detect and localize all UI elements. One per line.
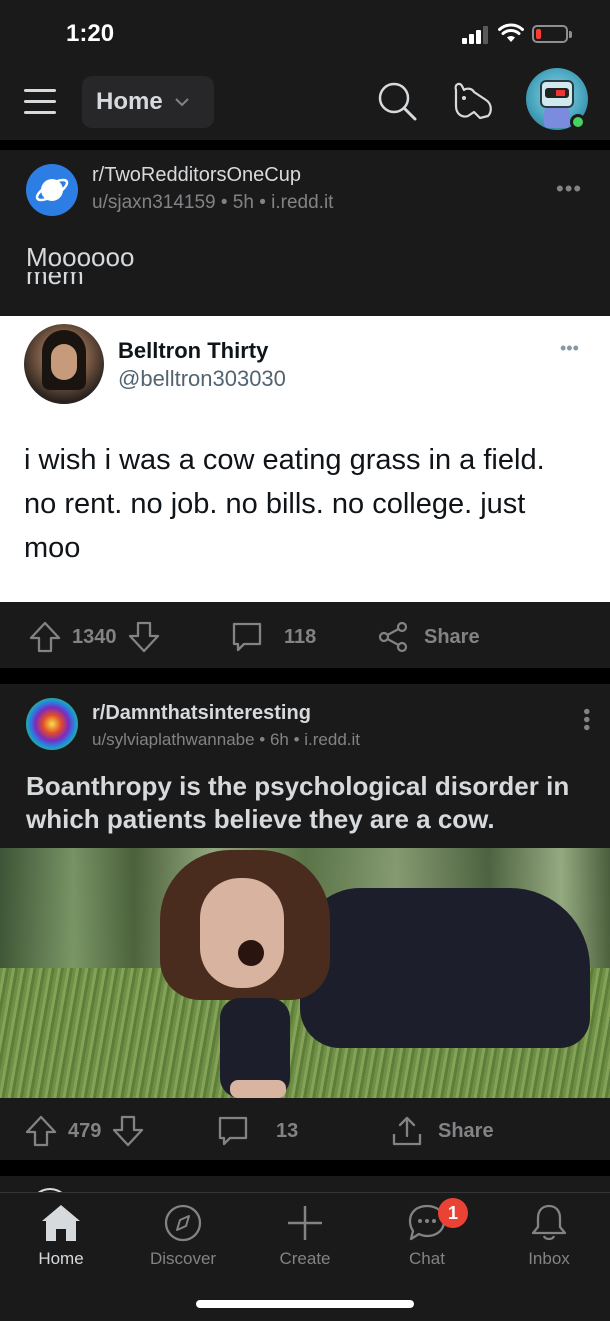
share-upload-icon bbox=[392, 1116, 422, 1146]
subreddit-icon[interactable] bbox=[26, 698, 78, 750]
status-time: 1:20 bbox=[66, 20, 115, 47]
downvote-icon[interactable] bbox=[111, 1114, 145, 1148]
feed-post[interactable]: r/Damnthatsinteresting u/sylviaplathwann… bbox=[0, 684, 610, 1160]
post-actions: 479 13 Share bbox=[0, 1098, 610, 1164]
share-button[interactable]: Share bbox=[390, 1114, 494, 1148]
status-bar: 1:20 bbox=[0, 0, 610, 62]
upvote-icon[interactable] bbox=[24, 1114, 58, 1148]
next-post-peek bbox=[0, 1176, 610, 1228]
comments-button[interactable]: 13 bbox=[216, 1114, 298, 1148]
tab-label: Create bbox=[279, 1249, 331, 1268]
app-bar: Home bbox=[0, 62, 610, 140]
tab-label: Discover bbox=[149, 1249, 217, 1268]
feed-post[interactable]: r/TwoRedditorsOneCup u/sjaxn314159 • 5h … bbox=[0, 150, 610, 668]
tweet-text: i wish i was a cow eating grass in a fie… bbox=[24, 444, 545, 564]
menu-icon[interactable] bbox=[24, 89, 56, 115]
tab-discover[interactable]: Discover bbox=[128, 1203, 238, 1269]
comment-icon bbox=[218, 1116, 248, 1146]
tab-create[interactable]: Create bbox=[250, 1203, 360, 1269]
tweet-avatar bbox=[24, 324, 104, 404]
chevron-down-icon bbox=[174, 98, 189, 107]
tab-label: Home bbox=[38, 1249, 84, 1268]
post-image-tweet[interactable]: Belltron Thirty @belltron303030 ••• i wi… bbox=[0, 316, 610, 602]
post-image[interactable] bbox=[0, 848, 610, 1098]
home-icon bbox=[42, 1205, 80, 1241]
tab-inbox[interactable]: Inbox bbox=[494, 1203, 604, 1269]
feed-selector[interactable]: Home bbox=[82, 76, 214, 128]
upvote-icon[interactable] bbox=[28, 620, 62, 654]
wifi-icon bbox=[498, 23, 524, 42]
post-title[interactable]: Boanthropy is the psychological disorder… bbox=[26, 770, 586, 836]
vote-count: 479 bbox=[68, 1119, 102, 1142]
bell-icon bbox=[531, 1204, 567, 1241]
popular-snoo-icon[interactable] bbox=[450, 80, 496, 122]
post-body-cropped: mem bbox=[26, 272, 84, 290]
more-options-icon[interactable]: ••• bbox=[556, 176, 582, 202]
feed-selector-label: Home bbox=[96, 88, 163, 115]
search-icon[interactable] bbox=[376, 80, 418, 122]
subreddit-planet-icon[interactable] bbox=[26, 164, 78, 216]
home-indicator[interactable] bbox=[196, 1300, 414, 1308]
post-meta: u/sjaxn314159 • 5h • i.redd.it bbox=[92, 192, 334, 213]
vote-count: 1340 bbox=[72, 625, 117, 648]
cellular-signal-icon bbox=[462, 26, 488, 44]
downvote-icon[interactable] bbox=[127, 620, 161, 654]
comment-count: 118 bbox=[284, 625, 317, 648]
comment-icon bbox=[232, 622, 262, 652]
share-label: Share bbox=[438, 1119, 494, 1142]
comment-count: 13 bbox=[276, 1119, 299, 1142]
share-icon bbox=[378, 621, 408, 653]
online-status-icon bbox=[570, 114, 586, 130]
post-actions: 1340 118 Share bbox=[0, 602, 610, 668]
chat-notification-badge: 1 bbox=[438, 1198, 468, 1228]
share-button[interactable]: Share bbox=[376, 620, 480, 654]
plus-icon bbox=[288, 1206, 322, 1240]
tab-label: Inbox bbox=[528, 1249, 570, 1268]
tab-home[interactable]: Home bbox=[6, 1203, 116, 1269]
post-title[interactable]: Moooooo bbox=[26, 242, 134, 273]
subreddit-name[interactable]: r/TwoRedditorsOneCup bbox=[92, 164, 301, 187]
post-meta: u/sylviaplathwannabe • 6h • i.redd.it bbox=[92, 730, 361, 749]
more-options-icon[interactable]: ••• bbox=[574, 708, 597, 732]
tweet-more-icon: ••• bbox=[560, 338, 579, 358]
tweet-author-name: Belltron Thirty bbox=[118, 338, 269, 363]
tweet-author-handle: @belltron303030 bbox=[118, 366, 286, 391]
battery-icon bbox=[532, 25, 572, 43]
compass-icon bbox=[164, 1204, 202, 1242]
subreddit-name[interactable]: r/Damnthatsinteresting bbox=[92, 702, 311, 725]
tab-label: Chat bbox=[409, 1249, 445, 1268]
share-label: Share bbox=[424, 625, 480, 648]
comments-button[interactable]: 118 bbox=[230, 620, 316, 654]
